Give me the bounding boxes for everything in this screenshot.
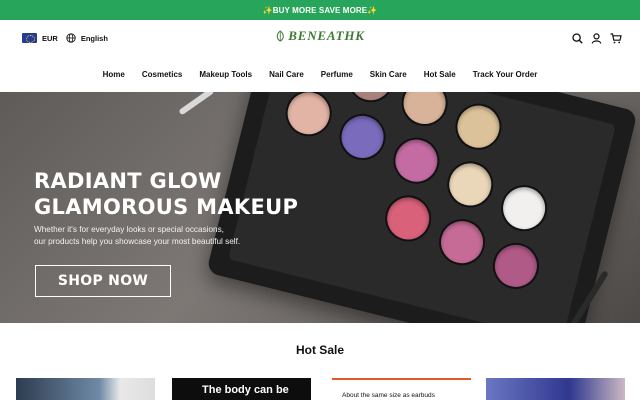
account-icon[interactable] — [591, 32, 602, 44]
product-card-2[interactable]: The body can be — [172, 378, 311, 400]
nav-item-skin-care[interactable]: Skin Care — [370, 70, 407, 79]
nav-item-hot-sale[interactable]: Hot Sale — [424, 70, 456, 79]
hero-headline-line1: RADIANT GLOW — [34, 169, 222, 193]
product-card-3[interactable]: About the same size as earbuds — [332, 378, 471, 400]
hot-sale-title: Hot Sale — [295, 343, 344, 357]
hero-banner[interactable]: RADIANT GLOW GLAMOROUS MAKEUP Whether it… — [0, 92, 640, 323]
language-label: English — [80, 33, 108, 43]
hero-headline-line2: GLAMOROUS MAKEUP — [34, 195, 299, 219]
hero-subtext: Whether it's for everyday looks or speci… — [34, 224, 334, 248]
announcement-text: ✨BUY MORE SAVE MORE✨ — [262, 5, 378, 15]
language-selector[interactable]: English — [66, 33, 108, 43]
site-header: EUR English BENEATHK — [0, 20, 640, 56]
search-icon[interactable] — [572, 32, 583, 44]
hero-text-block: RADIANT GLOW GLAMOROUS MAKEUP Whether it… — [34, 168, 334, 248]
product-card-1[interactable] — [16, 378, 155, 400]
nav-item-home[interactable]: Home — [103, 70, 125, 79]
nav-item-track-order[interactable]: Track Your Order — [473, 70, 538, 79]
shop-now-button[interactable]: SHOP NOW — [35, 265, 171, 297]
nav-item-perfume[interactable]: Perfume — [321, 70, 353, 79]
announcement-bar: ✨BUY MORE SAVE MORE✨ — [0, 0, 640, 20]
main-nav: Home Cosmetics Makeup Tools Nail Care Pe… — [0, 56, 640, 92]
globe-icon — [66, 33, 76, 43]
product-card-2-caption: The body can be — [202, 384, 289, 396]
product-card-4[interactable] — [486, 378, 625, 400]
header-actions — [572, 32, 622, 44]
currency-selector[interactable]: EUR — [22, 33, 58, 43]
site-logo[interactable]: BENEATHK — [275, 28, 364, 44]
hero-subtext-line2: our products help you showcase your most… — [34, 237, 241, 246]
product-card-3-caption: About the same size as earbuds — [342, 392, 435, 399]
leaf-logo-icon — [276, 30, 284, 42]
hot-sale-products: The body can be About the same size as e… — [16, 378, 625, 400]
flag-eu-icon — [22, 33, 37, 43]
cart-icon[interactable] — [610, 32, 622, 44]
nav-item-nail-care[interactable]: Nail Care — [269, 70, 304, 79]
nav-item-makeup-tools[interactable]: Makeup Tools — [199, 70, 252, 79]
currency-label: EUR — [42, 33, 58, 43]
nav-item-cosmetics[interactable]: Cosmetics — [142, 70, 182, 79]
hero-subtext-line1: Whether it's for everyday looks or speci… — [34, 225, 224, 234]
logo-text: BENEATHK — [288, 28, 365, 43]
